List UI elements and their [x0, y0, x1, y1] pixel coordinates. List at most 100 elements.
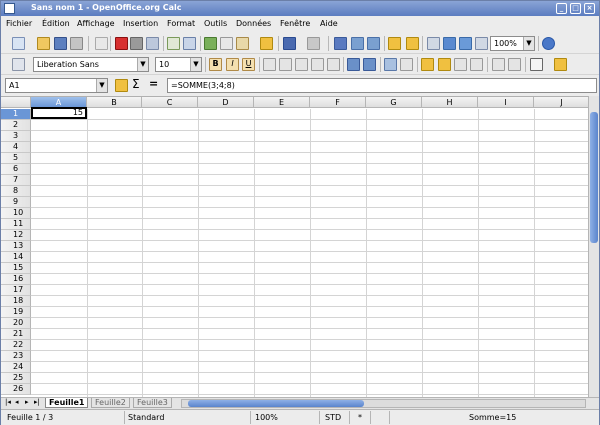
row-header[interactable]: 3 — [1, 131, 31, 142]
merge-cells-icon[interactable] — [327, 58, 340, 71]
maximize-button[interactable]: □ — [570, 3, 581, 14]
undo-icon[interactable] — [283, 37, 296, 50]
row-header[interactable]: 11 — [1, 219, 31, 230]
row-header[interactable]: 14 — [1, 252, 31, 263]
function-wizard-icon[interactable] — [115, 79, 128, 92]
row-header[interactable]: 8 — [1, 186, 31, 197]
tab-feuille1[interactable]: Feuille1 — [45, 398, 89, 408]
select-all-corner[interactable] — [1, 97, 31, 108]
first-sheet-icon[interactable]: |◂ — [5, 398, 11, 406]
chevron-down-icon[interactable]: ▼ — [137, 58, 148, 71]
ltr-icon[interactable] — [347, 58, 360, 71]
spellcheck-icon[interactable] — [167, 37, 180, 50]
menu-affichage[interactable]: Affichage — [77, 19, 115, 28]
row-header[interactable]: 6 — [1, 164, 31, 175]
rtl-icon[interactable] — [363, 58, 376, 71]
row-header[interactable]: 1 — [1, 109, 31, 120]
draw-functions-icon[interactable] — [406, 37, 419, 50]
row-header[interactable]: 21 — [1, 329, 31, 340]
column-header-f[interactable]: F — [310, 97, 366, 108]
chart-icon[interactable] — [388, 37, 401, 50]
column-header-i[interactable]: I — [478, 97, 534, 108]
close-button[interactable]: × — [584, 3, 595, 14]
row-header[interactable]: 7 — [1, 175, 31, 186]
next-sheet-icon[interactable]: ▸ — [25, 398, 29, 406]
row-header[interactable]: 25 — [1, 373, 31, 384]
align-center-icon[interactable] — [279, 58, 292, 71]
name-box[interactable]: A1 ▼ — [5, 78, 108, 93]
row-header[interactable]: 23 — [1, 351, 31, 362]
underline-icon[interactable]: U — [242, 58, 255, 71]
last-sheet-icon[interactable]: ▸| — [34, 398, 40, 406]
datasources-icon[interactable] — [475, 37, 488, 50]
app-icon[interactable] — [4, 3, 15, 14]
tab-feuille3[interactable]: Feuille3 — [133, 398, 172, 408]
row-header[interactable]: 12 — [1, 230, 31, 241]
align-top-icon[interactable] — [384, 58, 397, 71]
zoom-indicator[interactable]: 100% — [255, 413, 278, 422]
redo-icon[interactable] — [307, 37, 320, 50]
navigator-icon[interactable] — [443, 37, 456, 50]
cell-a1[interactable]: 15 — [31, 107, 87, 119]
column-header-h[interactable]: H — [422, 97, 478, 108]
font-name-select[interactable]: Liberation Sans ▼ — [33, 57, 149, 72]
menu-edition[interactable]: Édition — [42, 19, 70, 28]
selection-mode[interactable]: STD — [325, 413, 341, 422]
row-header[interactable]: 22 — [1, 340, 31, 351]
email-icon[interactable] — [70, 37, 83, 50]
zoom-select[interactable]: 100% ▼ — [490, 36, 535, 51]
borders-icon[interactable] — [530, 58, 543, 71]
align-left-icon[interactable] — [263, 58, 276, 71]
formula-input[interactable]: =SOMME(3;4;8) — [167, 78, 597, 93]
menu-fichier[interactable]: Fichier — [6, 19, 32, 28]
background-color-icon[interactable] — [554, 58, 567, 71]
row-header[interactable]: 13 — [1, 241, 31, 252]
row-header[interactable]: 19 — [1, 307, 31, 318]
row-header[interactable]: 10 — [1, 208, 31, 219]
font-size-select[interactable]: 10 ▼ — [155, 57, 202, 72]
sort-descending-icon[interactable] — [367, 37, 380, 50]
menu-aide[interactable]: Aide — [320, 19, 338, 28]
row-header[interactable]: 26 — [1, 384, 31, 395]
spreadsheet-grid[interactable]: A B C D E F G H I J 1 2 3 4 5 6 7 8 9 10 11 12 13 14 1… — [1, 96, 588, 397]
export-pdf-icon[interactable] — [115, 37, 128, 50]
chevron-down-icon[interactable]: ▼ — [523, 37, 534, 50]
clone-formatting-icon[interactable] — [260, 37, 273, 50]
chevron-down-icon[interactable]: ▼ — [190, 58, 201, 71]
paste-icon[interactable] — [236, 37, 249, 50]
align-middle-icon[interactable] — [400, 58, 413, 71]
tab-feuille2[interactable]: Feuille2 — [91, 398, 130, 408]
row-header[interactable]: 18 — [1, 296, 31, 307]
row-header[interactable]: 24 — [1, 362, 31, 373]
row-header[interactable]: 4 — [1, 142, 31, 153]
function-icon[interactable]: = — [149, 77, 158, 90]
prev-sheet-icon[interactable]: ◂ — [15, 398, 19, 406]
print-preview-icon[interactable] — [146, 37, 159, 50]
vertical-scroll-thumb[interactable] — [590, 112, 598, 243]
column-header-c[interactable]: C — [142, 97, 198, 108]
copy-icon[interactable] — [220, 37, 233, 50]
column-header-e[interactable]: E — [254, 97, 310, 108]
styles-formatting-icon[interactable] — [12, 58, 25, 71]
find-replace-icon[interactable] — [427, 37, 440, 50]
menu-donnees[interactable]: Données — [236, 19, 271, 28]
new-icon[interactable] — [12, 37, 25, 50]
edit-file-icon[interactable] — [95, 37, 108, 50]
row-header[interactable]: 17 — [1, 285, 31, 296]
row-header[interactable]: 9 — [1, 197, 31, 208]
menu-fenetre[interactable]: Fenêtre — [280, 19, 310, 28]
minimize-button[interactable]: _ — [556, 3, 567, 14]
column-header-j[interactable]: J — [534, 97, 588, 108]
bold-icon[interactable]: B — [209, 58, 222, 71]
justify-icon[interactable] — [311, 58, 324, 71]
menu-outils[interactable]: Outils — [204, 19, 227, 28]
currency-icon[interactable] — [421, 58, 434, 71]
print-icon[interactable] — [130, 37, 143, 50]
sum-icon[interactable]: Σ — [132, 77, 140, 91]
decrease-indent-icon[interactable] — [492, 58, 505, 71]
horizontal-scrollbar[interactable] — [181, 399, 586, 408]
open-icon[interactable] — [37, 37, 50, 50]
gallery-icon[interactable] — [459, 37, 472, 50]
horizontal-scroll-thumb[interactable] — [188, 400, 364, 407]
autospellcheck-icon[interactable] — [183, 37, 196, 50]
